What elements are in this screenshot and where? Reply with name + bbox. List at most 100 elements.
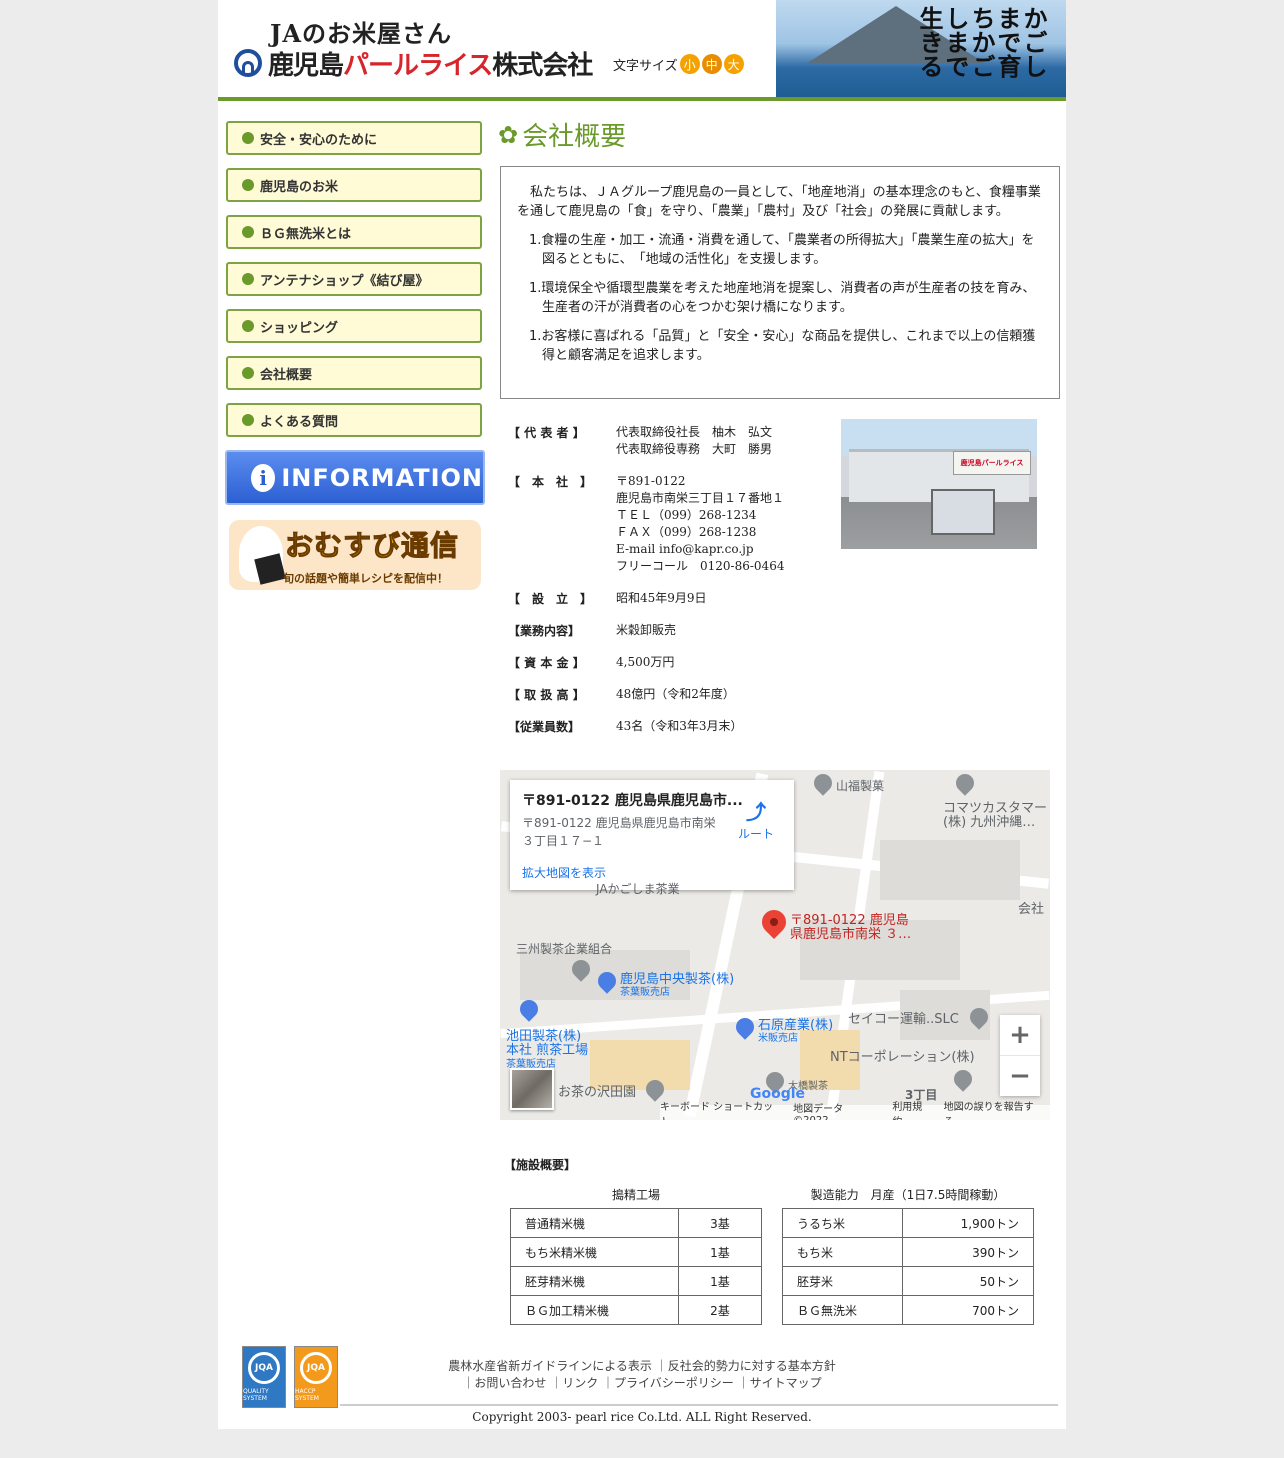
map-footer: キーボード ショートカット 地図データ ©2022 利用規約 地図の誤りを報告す…: [660, 1102, 1050, 1120]
omusubi-news-banner[interactable]: おむすび通信 旬の話題や簡単レシピを配信中！: [229, 520, 481, 590]
milling-equipment-table: 普通精米機 3基 もち米精米機 1基 胚芽精米機 1基 ＢＧ加工精米機 2基: [510, 1208, 762, 1325]
info-row-business: 【業務内容】 米穀卸販売: [508, 623, 677, 638]
information-banner[interactable]: i INFORMATION: [225, 450, 485, 505]
zoom-in-button[interactable]: +: [1000, 1015, 1040, 1055]
table-row: ＢＧ無洗米 700トン: [782, 1295, 1034, 1325]
table-row: うるち米 1,900トン: [782, 1208, 1034, 1238]
info-row-representative: 【 代 表 者 】 代表取締役社長 柚木 弘文 代表取締役専務 大町 勝男: [508, 425, 773, 456]
map-zoom-control: + −: [1000, 1015, 1040, 1096]
philosophy-item: 1.お客様に喜ばれる「品質」と「安全・安心」な商品を提供し、これまで以上の信頼獲…: [529, 329, 1036, 363]
sidebar-item-antenna-shop[interactable]: アンテナショップ《結び屋》: [226, 262, 482, 296]
philosophy-item: 1.食糧の生産・加工・流通・消費を通して、「農業者の所得拡大」「農業生産の拡大」…: [529, 233, 1035, 267]
map-data-credit: 地図データ ©2022: [793, 1103, 844, 1121]
map-report-link[interactable]: 地図の誤りを報告する: [944, 1098, 1042, 1121]
certification-icon: JQA: [300, 1352, 332, 1384]
sidebar-item-safety[interactable]: 安全・安心のために: [226, 121, 482, 155]
info-row-employees: 【従業員数】 43名（令和3年3月末）: [508, 719, 743, 734]
sidebar-item-kagoshima-rice[interactable]: 鹿児島のお米: [226, 168, 482, 202]
philosophy-intro: 私たちは、ＪＡグループ鹿児島の一員として、「地産地消」の基本理念のもと、食糧事業…: [517, 185, 1041, 219]
sidebar-item-bg-rice[interactable]: ＢＧ無洗米とは: [226, 215, 482, 249]
logo-text-company: 株式会社: [492, 50, 593, 81]
footer-link-contact[interactable]: お問い合わせ: [474, 1376, 546, 1390]
map-keyboard-shortcuts-link[interactable]: キーボード ショートカット: [660, 1098, 781, 1121]
footer-link-privacy[interactable]: プライバシーポリシー: [614, 1376, 734, 1390]
site-header: JAのお米屋さん 鹿児島パールライス株式会社 文字サイズ 小 中 大 かごしまで…: [218, 0, 1066, 101]
font-size-small-button[interactable]: 小: [679, 54, 700, 74]
facility-left-caption: 搗精工場: [611, 1188, 660, 1202]
table-row: 胚芽米 50トン: [782, 1266, 1034, 1296]
footer-link-sitemap[interactable]: サイトマップ: [750, 1376, 822, 1390]
map-card-address: 〒891-0122 鹿児島県鹿児島市南栄３丁目１７−１: [522, 816, 716, 848]
bullet-icon: [242, 179, 254, 191]
production-capacity-table: うるち米 1,900トン もち米 390トン 胚芽米 50トン ＢＧ無洗米 700トン: [782, 1208, 1034, 1325]
info-row-established: 【 設 立 】 昭和45年9月9日: [508, 591, 707, 606]
table-row: もち米 390トン: [782, 1237, 1034, 1267]
gear-icon: ✿: [498, 120, 519, 149]
facility-title: 【施設概要】: [504, 1158, 577, 1172]
certification-icon: JQA: [248, 1352, 280, 1384]
factory-sign: 鹿児島パールライス: [953, 451, 1031, 475]
bullet-icon: [242, 320, 254, 332]
email-link[interactable]: E-mail info@kapr.co.jp: [616, 541, 784, 558]
footer-links: 農林水産省新ガイドラインによる表示 ｜反社会的勢力に対する基本方針 ｜お問い合わ…: [448, 1359, 836, 1390]
footer-divider: [340, 1404, 1058, 1406]
map-poi-icon[interactable]: [810, 770, 836, 796]
footer-link-antisocial[interactable]: 反社会的勢力に対する基本方針: [668, 1359, 836, 1373]
directions-icon: ⤴: [746, 800, 766, 824]
font-size-switcher: 文字サイズ 小 中 大: [613, 54, 744, 74]
logo-text-kagoshima: 鹿児島: [268, 50, 344, 81]
font-size-medium-button[interactable]: 中: [701, 54, 722, 74]
font-size-label: 文字サイズ: [613, 58, 678, 74]
header-sakurajima-photo: かごしまで育ちかごしまで生きる: [776, 0, 1066, 97]
sidebar-item-faq[interactable]: よくある質問: [226, 403, 482, 437]
bullet-icon: [242, 367, 254, 379]
logo-text-pearlrice: パールライス: [343, 50, 493, 81]
onigiri-icon: [239, 526, 286, 585]
map-poi-icon[interactable]: [952, 770, 978, 796]
satellite-toggle[interactable]: [510, 1068, 554, 1110]
copyright: Copyright 2003- pearl rice Co.Ltd. ALL R…: [472, 1410, 812, 1424]
sidebar-item-company[interactable]: 会社概要: [226, 356, 482, 390]
jqa-haccp-cert-badge: JQA HACCP SYSTEM: [294, 1346, 338, 1408]
map-route-button[interactable]: ⤴ ルート: [738, 796, 774, 842]
company-philosophy-box: 私たちは、ＪＡグループ鹿児島の一員として、「地産地消」の基本理念のもと、食糧事業…: [500, 166, 1060, 399]
omusubi-subtitle: 旬の話題や簡単レシピを配信中！: [283, 572, 448, 585]
philosophy-list: 1.食糧の生産・加工・流通・消費を通して、「農業者の所得拡大」「農業生産の拡大」…: [517, 231, 1043, 365]
header-calligraphy: かごしまで育ちかごしまで生きる: [915, 6, 1048, 78]
info-icon: i: [251, 463, 276, 492]
information-banner-label: INFORMATION: [281, 463, 483, 492]
zoom-out-button[interactable]: −: [1000, 1056, 1040, 1096]
map-terms-link[interactable]: 利用規約: [892, 1098, 931, 1121]
table-row: ＢＧ加工精米機 2基: [510, 1295, 762, 1325]
google-map[interactable]: 〒891-0122 鹿児島県鹿児島市... 〒891-0122 鹿児島県鹿児島市…: [500, 770, 1050, 1120]
map-card-title: 〒891-0122 鹿児島県鹿児島市...: [522, 793, 743, 809]
jqa-quality-cert-badge: JQA QUALITY SYSTEM: [242, 1346, 286, 1408]
facility-right-caption: 製造能力 月産（1日7.5時間稼動）: [810, 1188, 1006, 1202]
omusubi-title: おむすび通信: [284, 529, 460, 563]
factory-photo: 鹿児島パールライス: [841, 419, 1037, 549]
sidebar-item-shopping[interactable]: ショッピング: [226, 309, 482, 343]
site-logo[interactable]: 鹿児島パールライス株式会社: [234, 46, 593, 81]
location-pin-icon[interactable]: [757, 905, 791, 939]
bullet-icon: [242, 414, 254, 426]
table-row: 胚芽精米機 1基: [510, 1266, 762, 1296]
map-poi-icon[interactable]: [950, 1066, 976, 1092]
map-enlarge-link[interactable]: 拡大地図を表示: [522, 864, 606, 881]
map-info-card: 〒891-0122 鹿児島県鹿児島市... 〒891-0122 鹿児島県鹿児島市…: [510, 780, 794, 890]
font-size-large-button[interactable]: 大: [723, 54, 744, 74]
table-row: 普通精米機 3基: [510, 1208, 762, 1238]
info-row-capital: 【 資 本 金 】 4,500万円: [508, 655, 675, 670]
bullet-icon: [242, 132, 254, 144]
truck-image: [931, 489, 995, 535]
bullet-icon: [242, 226, 254, 238]
page: JAのお米屋さん 鹿児島パールライス株式会社 文字サイズ 小 中 大 かごしまで…: [218, 0, 1066, 1429]
philosophy-item: 1.環境保全や循環型農業を考えた地産地消を提案し、消費者の声が生産者の技を育み、…: [529, 281, 1036, 315]
table-row: もち米精米機 1基: [510, 1237, 762, 1267]
page-title: ✿ 会社概要: [498, 120, 627, 153]
footer-link-links[interactable]: リンク: [562, 1376, 598, 1390]
shop-pin-icon[interactable]: [516, 996, 542, 1022]
info-row-sales: 【 取 扱 高 】 48億円（令和2年度）: [508, 687, 735, 702]
bullet-icon: [242, 273, 254, 285]
footer-link-guideline[interactable]: 農林水産省新ガイドラインによる表示: [448, 1359, 652, 1373]
ja-logo-icon: [234, 49, 262, 77]
